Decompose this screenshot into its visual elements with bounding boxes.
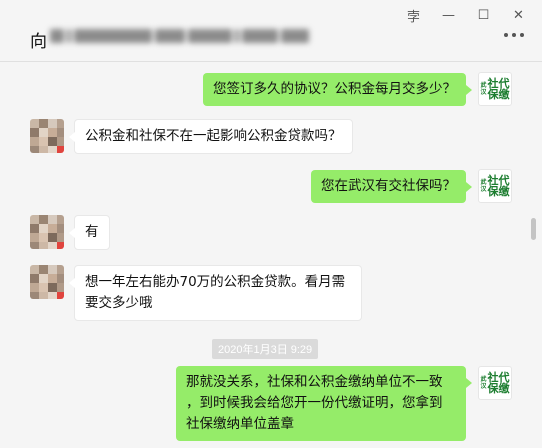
contact-message-bubble[interactable]: 想一年左右能办70万的公积金贷款。看月需 要交多少哦 [69, 265, 362, 321]
message-text: 公积金和社保不在一起影响公积金贷款吗？ [85, 128, 342, 144]
message-text-line: ，到时候我会给您开一份代缴证明，您拿到 [186, 395, 443, 411]
logo-icon: 武汉 社代保缴 [480, 77, 510, 101]
window-controls: 孛 — ☐ ✕ [396, 4, 536, 26]
scrollbar[interactable] [531, 218, 536, 240]
timestamp: 2020年1月3日 9:29 [212, 339, 319, 359]
pin-icon[interactable]: 孛 [396, 4, 431, 26]
message-text: 有 [85, 224, 99, 240]
message-text: 您在武汉有交社保吗？ [321, 178, 456, 194]
contact-avatar[interactable] [30, 265, 64, 299]
logo-icon: 武汉 社代保缴 [480, 371, 510, 395]
message-list[interactable]: 您签订多久的协议？公积金每月交多少？ 武汉 社代保缴 公积金和社保不在一起影响公… [0, 63, 542, 448]
my-avatar[interactable]: 武汉 社代保缴 [478, 72, 512, 106]
my-message-bubble[interactable]: 那就没关系，社保和公积金缴纳单位不一致 ，到时候我会给您开一份代缴证明，您拿到 … [176, 366, 472, 441]
my-message-bubble[interactable]: 您在武汉有交社保吗？ [311, 170, 472, 203]
maximize-icon[interactable]: ☐ [466, 4, 501, 26]
message-text-line: 想一年左右能办70万的公积金贷款。看月需 [85, 274, 346, 290]
message-text-line: 社保缴纳单位盖章 [186, 416, 294, 432]
my-message-bubble[interactable]: 您签订多久的协议？公积金每月交多少？ [203, 73, 472, 106]
message-text-line: 要交多少哦 [85, 295, 153, 311]
more-options-icon[interactable] [504, 33, 524, 39]
contact-message-bubble[interactable]: 有 [69, 215, 110, 250]
chat-title: 向 [30, 32, 47, 52]
contact-message-bubble[interactable]: 公积金和社保不在一起影响公积金贷款吗？ [69, 119, 353, 154]
contact-avatar[interactable] [30, 215, 64, 249]
my-avatar[interactable]: 武汉 社代保缴 [478, 366, 512, 400]
message-text-line: 那就没关系，社保和公积金缴纳单位不一致 [186, 374, 443, 390]
title-bar: 孛 — ☐ ✕ 向 [0, 0, 542, 62]
logo-icon: 武汉 社代保缴 [480, 174, 510, 198]
contact-avatar[interactable] [30, 119, 64, 153]
minimize-icon[interactable]: — [431, 4, 466, 26]
close-icon[interactable]: ✕ [501, 4, 536, 26]
chat-title-redacted [50, 29, 350, 45]
message-text: 您签订多久的协议？公积金每月交多少？ [213, 81, 456, 97]
my-avatar[interactable]: 武汉 社代保缴 [478, 169, 512, 203]
